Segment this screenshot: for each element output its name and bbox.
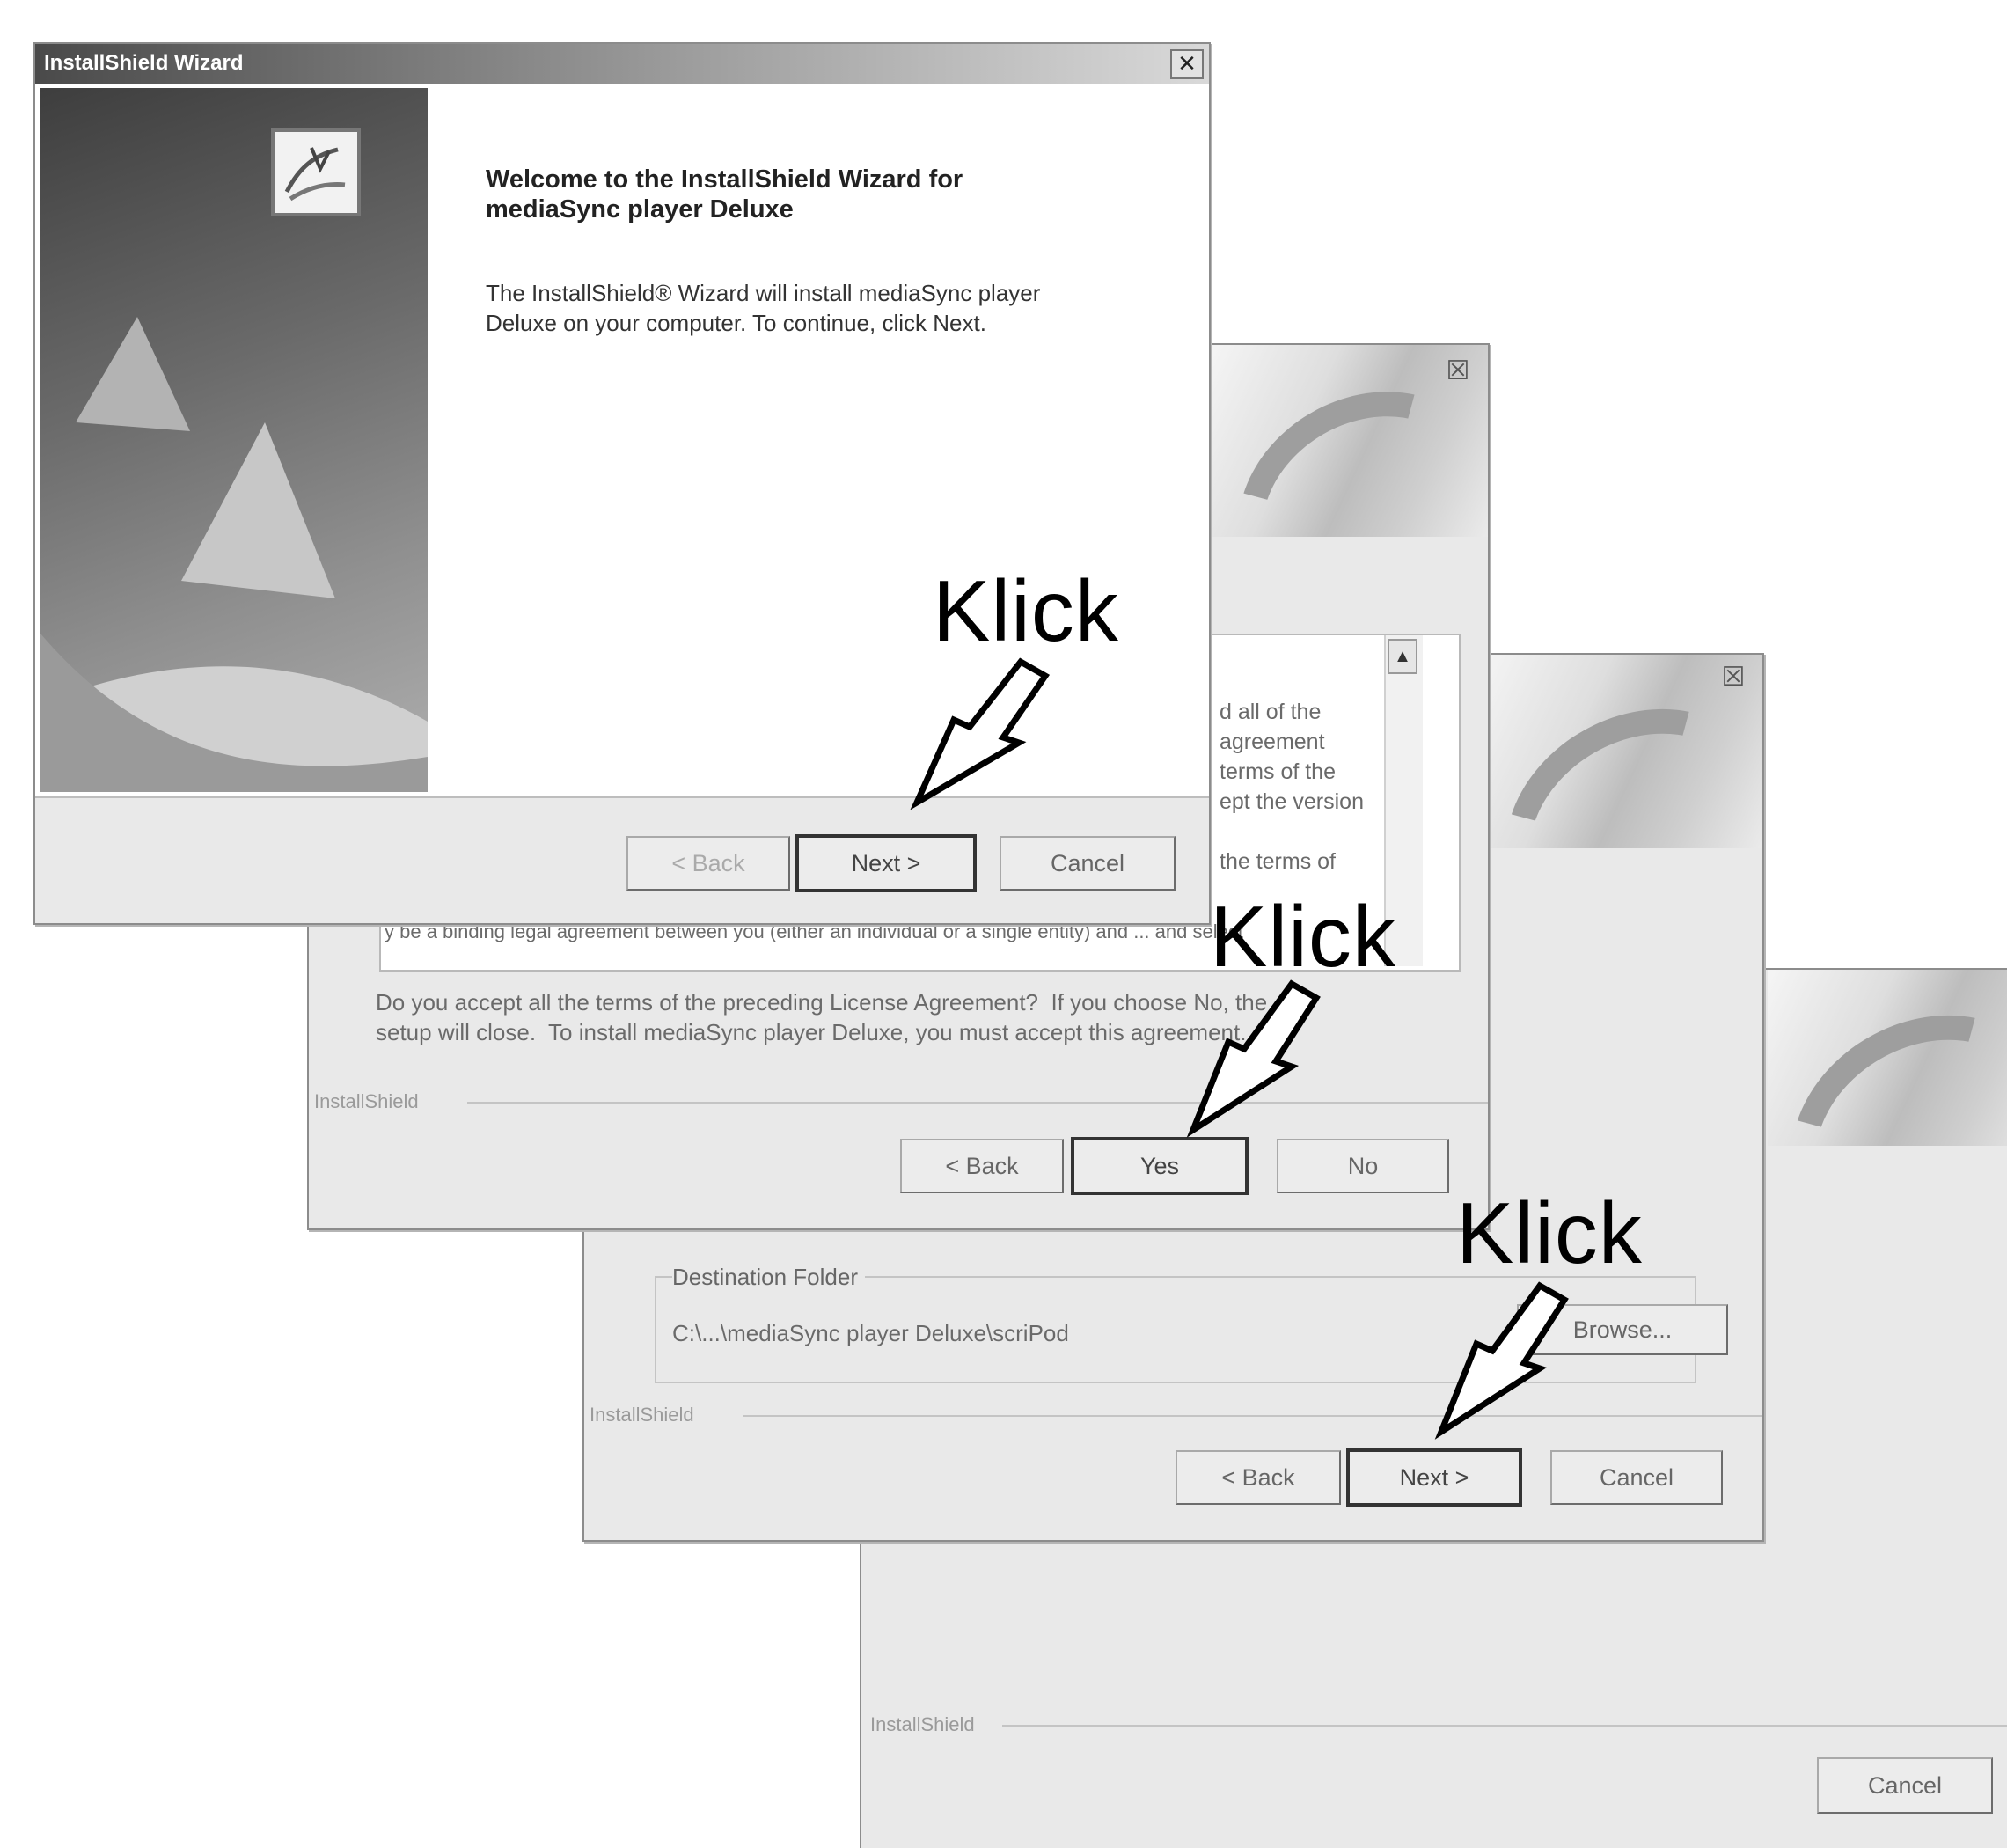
footer-brand-label: InstallShield bbox=[870, 1713, 982, 1736]
klick-label-3: Klick bbox=[1456, 1184, 1643, 1281]
license-text-fragment: d all of the bbox=[1220, 700, 1322, 724]
back-button[interactable]: < Back bbox=[626, 836, 790, 891]
cancel-button[interactable]: Cancel bbox=[1817, 1757, 1993, 1814]
destination-group-label: Destination Folder bbox=[672, 1264, 865, 1291]
side-panel-graphic bbox=[40, 88, 428, 792]
next-button[interactable]: Next > bbox=[1346, 1448, 1522, 1507]
welcome-heading-line-2: mediaSync player Deluxe bbox=[486, 195, 794, 224]
close-icon[interactable]: ✕ bbox=[1170, 49, 1204, 79]
footer-separator bbox=[1002, 1725, 2007, 1727]
footer-separator bbox=[467, 1102, 1488, 1104]
cancel-button[interactable]: Cancel bbox=[1550, 1450, 1723, 1505]
installshield-logo-icon bbox=[271, 128, 361, 216]
yes-button[interactable]: Yes bbox=[1071, 1137, 1249, 1195]
destination-folder-path: C:\...\mediaSync player Deluxe\scriPod bbox=[672, 1320, 1069, 1346]
accept-question-line-1: Do you accept all the terms of the prece… bbox=[376, 989, 1268, 1016]
license-text-fragment: ept the version bbox=[1220, 789, 1364, 814]
license-text-fragment: the terms of bbox=[1220, 849, 1336, 874]
pointer-arrow-icon bbox=[1186, 979, 1321, 1138]
pointer-arrow-icon bbox=[1434, 1281, 1569, 1440]
license-text-fragment: agreement bbox=[1220, 730, 1325, 754]
next-button[interactable]: Next > bbox=[795, 834, 977, 892]
klick-label-1: Klick bbox=[933, 562, 1119, 659]
klick-label-2: Klick bbox=[1210, 888, 1396, 985]
window-title: InstallShield Wizard bbox=[44, 51, 244, 75]
welcome-body-line-1: The InstallShield® Wizard will install m… bbox=[486, 280, 1041, 306]
close-icon[interactable]: ☒ bbox=[1718, 664, 1749, 692]
accept-question-line-2: setup will close. To install mediaSync p… bbox=[376, 1019, 1247, 1045]
pointer-arrow-icon bbox=[910, 657, 1051, 810]
decorative-shapes bbox=[40, 317, 428, 792]
welcome-heading-line-1: Welcome to the InstallShield Wizard for bbox=[486, 165, 963, 194]
back-button[interactable]: < Back bbox=[1176, 1450, 1341, 1505]
no-button[interactable]: No bbox=[1277, 1139, 1449, 1193]
footer-brand-label: InstallShield bbox=[590, 1404, 701, 1426]
footer-separator bbox=[743, 1415, 1762, 1417]
back-button[interactable]: < Back bbox=[900, 1139, 1064, 1193]
welcome-body-line-2: Deluxe on your computer. To continue, cl… bbox=[486, 310, 986, 336]
close-icon[interactable]: ☒ bbox=[1442, 357, 1474, 385]
scroll-up-arrow-icon[interactable]: ▲ bbox=[1388, 639, 1417, 674]
cancel-button[interactable]: Cancel bbox=[1000, 836, 1176, 891]
footer-brand-label: InstallShield bbox=[314, 1090, 426, 1113]
license-text-fragment: terms of the bbox=[1220, 759, 1336, 784]
